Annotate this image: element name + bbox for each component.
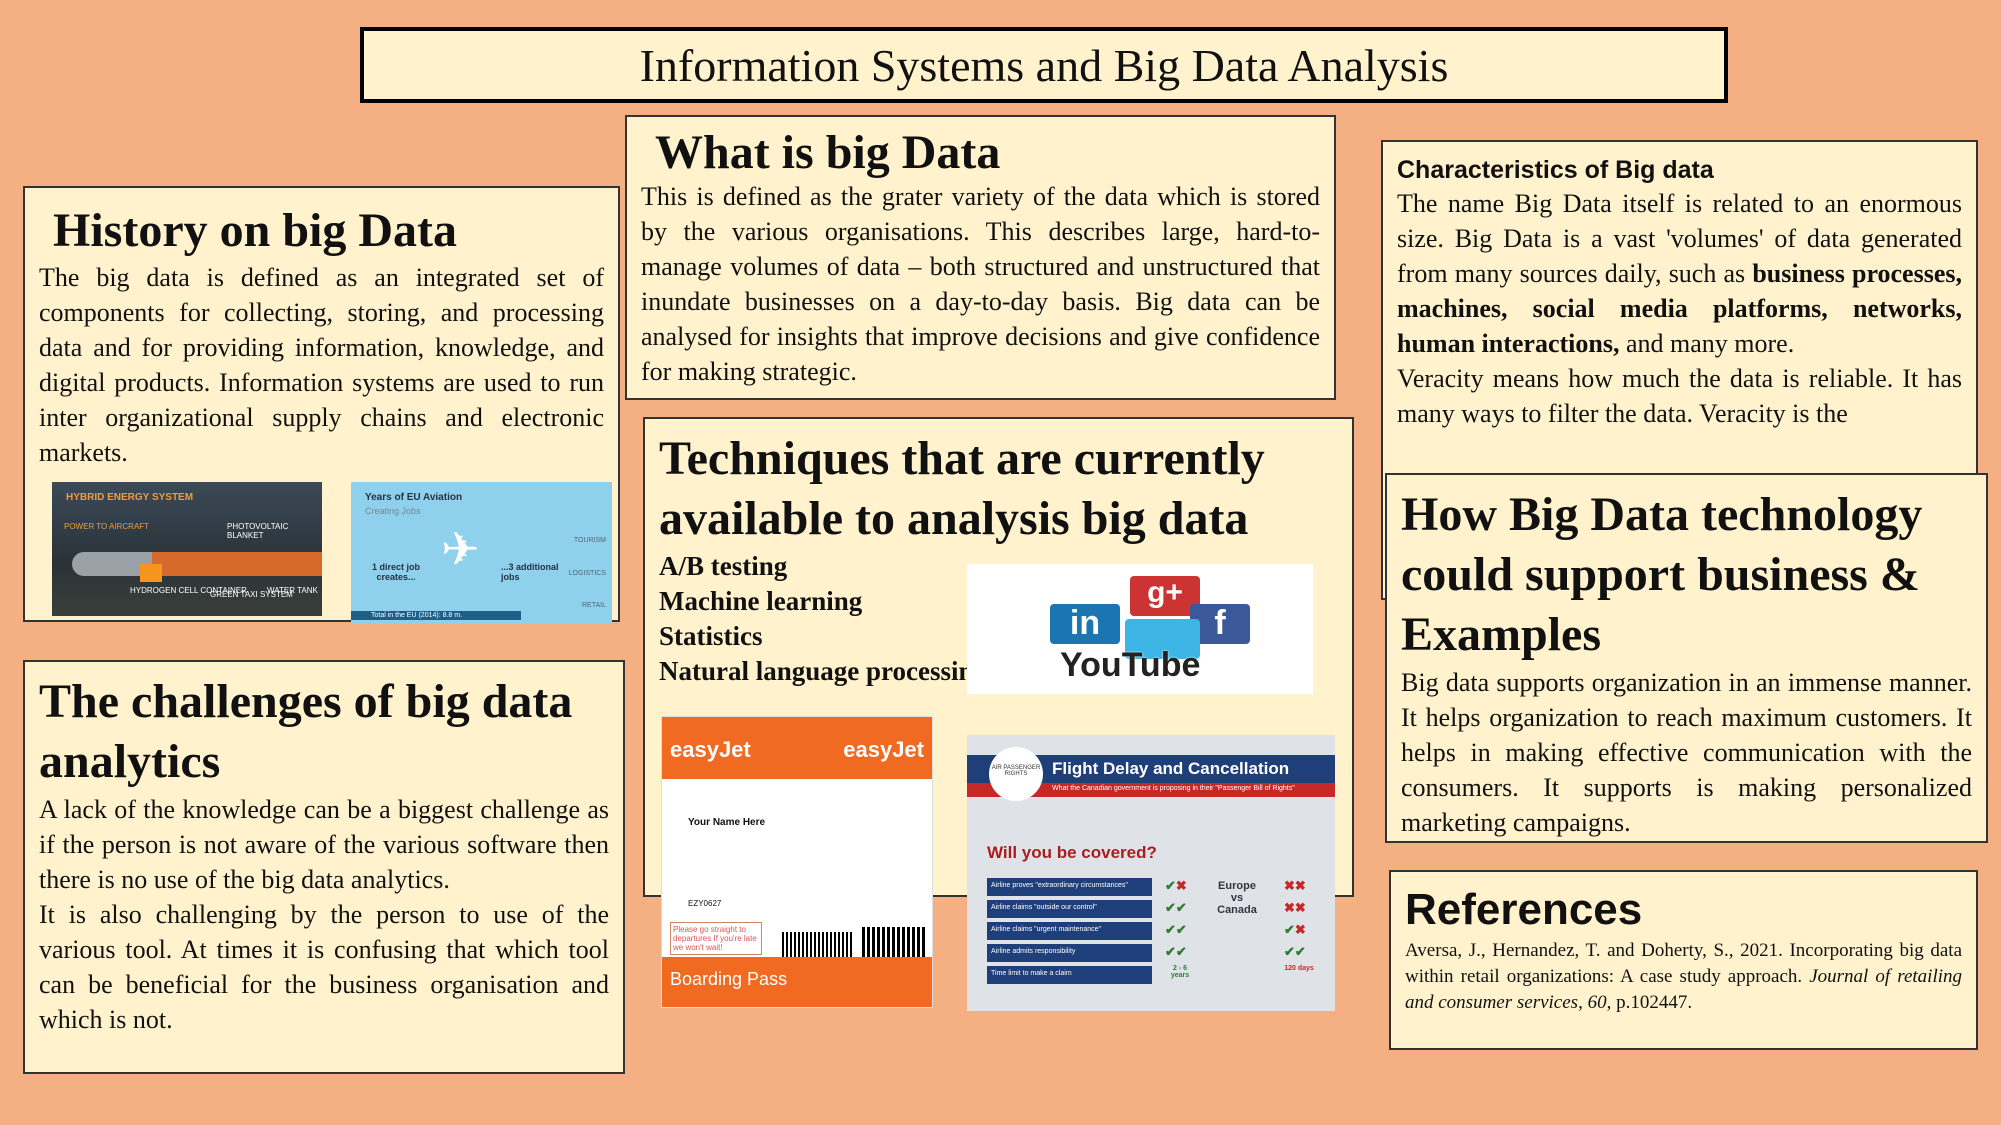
comparison-label: Europe vs Canada	[1217, 880, 1257, 916]
image-label: 1 direct job creates...	[371, 562, 420, 582]
linkedin-icon: in	[1050, 604, 1120, 644]
techniques-heading: Techniques that are currently available …	[659, 432, 1265, 545]
text: , p.102447.	[1606, 992, 1693, 1013]
volume: 60	[1587, 992, 1607, 1013]
image-label: WATER TANK	[267, 586, 318, 595]
claim-rows: Airline proves "extraordinary circumstan…	[987, 878, 1152, 984]
eu-aviation-image: Years of EU Aviation Creating Jobs ✈ 1 d…	[351, 482, 612, 624]
characteristics-text: The name Big Data itself is related to a…	[1397, 186, 1962, 361]
references-heading: References	[1405, 885, 1643, 934]
characteristics-heading: Characteristics of Big data	[1397, 156, 1714, 184]
social-media-image: g+ in f YouTube	[967, 564, 1313, 694]
challenges-text: A lack of the knowledge can be a biggest…	[39, 795, 609, 894]
image-label: LOGISTICS	[568, 570, 606, 577]
veracity-text: Veracity means how much the data is reli…	[1397, 364, 1962, 428]
image-label: ...3 additional jobs	[501, 562, 559, 582]
image-label: RETAIL	[582, 602, 606, 609]
how-heading: How Big Data technology could support bu…	[1401, 488, 1923, 661]
airplane-icon: ✈	[441, 523, 480, 575]
references-section: References Aversa, J., Hernandez, T. and…	[1389, 870, 1978, 1050]
claim-row: Airline claims "outside our control"	[987, 900, 1152, 918]
canada-checks: ✖✖ ✖✖ ✔✖ ✔✔	[1284, 878, 1306, 959]
hybrid-energy-image: HYBRID ENERGY SYSTEM POWER TO AIRCRAFT P…	[52, 482, 322, 616]
image-caption: Years of EU Aviation	[365, 492, 463, 503]
how-big-data-section: How Big Data technology could support bu…	[1385, 473, 1988, 843]
boarding-pass-image: easyJet easyJet Your Name Here EZY0627 Pl…	[661, 716, 933, 1008]
image-question: Will you be covered?	[987, 843, 1157, 862]
reference-entry: Aversa, J., Hernandez, T. and Doherty, S…	[1405, 938, 1962, 1016]
challenges-text: It is also challenging by the person to …	[39, 900, 609, 1034]
challenges-section: The challenges of big data analytics A l…	[23, 660, 625, 1074]
history-text: The big data is defined as an integrated…	[39, 263, 604, 467]
text: ,	[1578, 992, 1588, 1013]
history-heading: History on big Data	[53, 204, 458, 257]
eu-checks: ✔✖ ✔✔ ✔✔ ✔✔	[1165, 878, 1187, 959]
flight-number: EZY0627	[688, 899, 722, 908]
brand-logo: easyJet	[843, 737, 924, 762]
claim-row: Airline admits responsibility	[987, 944, 1152, 962]
eu-limit: 2 - 6 years	[1170, 965, 1190, 979]
what-is-big-data-section: What is big Data This is defined as the …	[625, 115, 1336, 400]
canada-limit: 120 days	[1284, 965, 1314, 972]
image-label: Creating Jobs	[365, 506, 421, 516]
brand-logo: easyJet	[670, 737, 751, 762]
youtube-icon: YouTube	[1060, 646, 1201, 684]
image-caption: HYBRID ENERGY SYSTEM	[66, 492, 194, 503]
image-label: POWER TO AIRCRAFT	[64, 522, 150, 531]
notice: Please go straight to departures If you'…	[670, 922, 762, 955]
claim-row: Time limit to make a claim	[987, 966, 1152, 984]
what-heading: What is big Data	[655, 126, 1001, 179]
image-label: Total in the EU (2014): 8.8 m.	[351, 611, 521, 620]
poster-title: Information Systems and Big Data Analysi…	[360, 27, 1728, 103]
passenger-name: Your Name Here	[688, 817, 766, 828]
boarding-pass-label: Boarding Pass	[662, 957, 932, 1007]
badge-icon: AIR PASSENGER RIGHTS	[989, 747, 1043, 801]
how-text: Big data supports organization in an imm…	[1401, 668, 1972, 837]
challenges-heading: The challenges of big data analytics	[39, 675, 573, 788]
image-label: TOURISM	[573, 537, 606, 544]
barcode	[862, 927, 927, 957]
image-label: PHOTOVOLTAIC BLANKET	[227, 522, 289, 540]
flight-delay-image: Flight Delay and Cancellation What the C…	[967, 735, 1335, 1011]
claim-row: Airline proves "extraordinary circumstan…	[987, 878, 1152, 896]
claim-row: Airline claims "urgent maintenance"	[987, 922, 1152, 940]
text: and many more.	[1619, 329, 1795, 358]
barcode	[782, 932, 852, 957]
what-text: This is defined as the grater variety of…	[641, 182, 1320, 386]
